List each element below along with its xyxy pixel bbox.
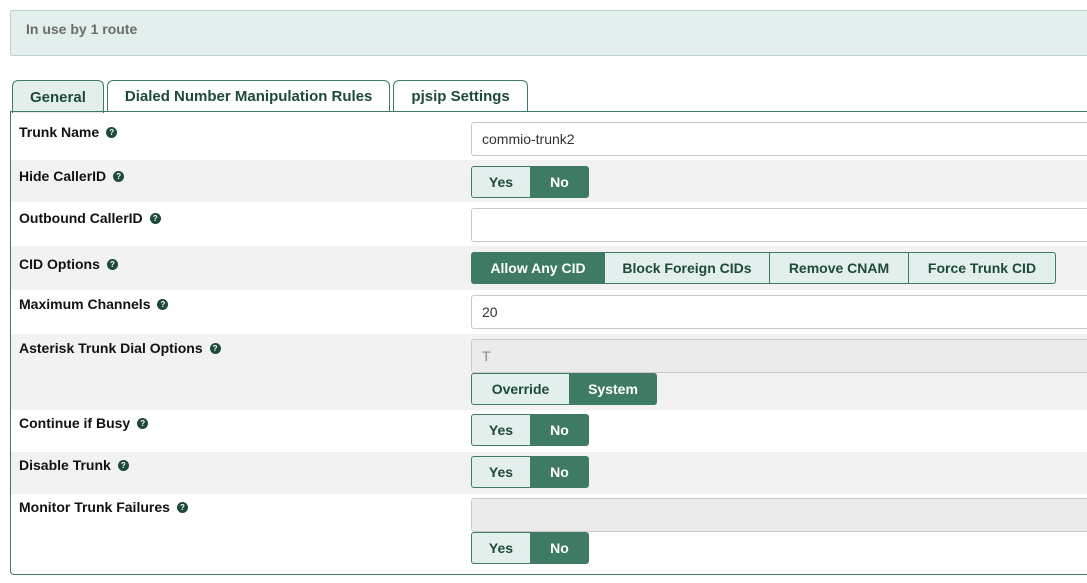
help-icon[interactable]: ?	[209, 342, 221, 354]
maximum-channels-input[interactable]: 20	[471, 295, 1087, 329]
disable-trunk-yes-button[interactable]: Yes	[471, 456, 531, 488]
help-icon[interactable]: ?	[137, 417, 149, 429]
cid-options-toggle: Allow Any CID Block Foreign CIDs Remove …	[471, 252, 1056, 284]
usage-banner: In use by 1 route	[10, 10, 1087, 56]
block-foreign-cids-button[interactable]: Block Foreign CIDs	[604, 252, 770, 284]
continue-if-busy-toggle: Yes No	[471, 414, 589, 446]
outbound-callerid-input[interactable]	[471, 208, 1087, 242]
help-icon[interactable]: ?	[157, 298, 169, 310]
dial-options-override-button[interactable]: Override	[471, 373, 570, 405]
outbound-callerid-row: Outbound CallerID ?	[11, 202, 1087, 246]
remove-cnam-button[interactable]: Remove CNAM	[769, 252, 909, 284]
disable-trunk-label: Disable Trunk ?	[19, 457, 129, 473]
continue-if-busy-no-button[interactable]: No	[530, 414, 589, 446]
disable-trunk-no-button[interactable]: No	[530, 456, 589, 488]
help-icon[interactable]: ?	[176, 501, 188, 513]
monitor-trunk-failures-input	[471, 498, 1087, 532]
help-icon[interactable]: ?	[149, 212, 161, 224]
force-trunk-cid-button[interactable]: Force Trunk CID	[908, 252, 1056, 284]
monitor-trunk-failures-yes-button[interactable]: Yes	[471, 532, 531, 564]
cid-options-label: CID Options ?	[19, 256, 118, 272]
hide-callerid-row: Hide CallerID ? Yes No	[11, 160, 1087, 202]
hide-callerid-no-button[interactable]: No	[530, 166, 589, 198]
monitor-trunk-failures-no-button[interactable]: No	[530, 532, 589, 564]
disable-trunk-toggle: Yes No	[471, 456, 589, 488]
trunk-name-input[interactable]: commio-trunk2	[471, 122, 1087, 156]
usage-banner-text: In use by 1 route	[26, 21, 138, 37]
general-settings-panel: Trunk Name ? commio-trunk2 Hide CallerID…	[10, 111, 1087, 575]
dial-options-input: T	[471, 339, 1087, 373]
monitor-trunk-failures-label: Monitor Trunk Failures ?	[19, 499, 188, 515]
disable-trunk-row: Disable Trunk ? Yes No	[11, 452, 1087, 494]
dial-options-label: Asterisk Trunk Dial Options ?	[19, 340, 221, 356]
help-icon[interactable]: ?	[117, 459, 129, 471]
help-icon[interactable]: ?	[106, 258, 118, 270]
cid-options-row: CID Options ? Allow Any CID Block Foreig…	[11, 246, 1087, 290]
dial-options-system-button[interactable]: System	[569, 373, 657, 405]
continue-if-busy-yes-button[interactable]: Yes	[471, 414, 531, 446]
monitor-trunk-failures-row: Monitor Trunk Failures ? Yes No	[11, 494, 1087, 574]
trunk-name-row: Trunk Name ? commio-trunk2	[11, 112, 1087, 160]
tab-general[interactable]: General	[12, 80, 104, 113]
allow-any-cid-button[interactable]: Allow Any CID	[471, 252, 605, 284]
maximum-channels-label: Maximum Channels ?	[19, 296, 169, 312]
continue-if-busy-row: Continue if Busy ? Yes No	[11, 410, 1087, 452]
maximum-channels-row: Maximum Channels ? 20	[11, 290, 1087, 334]
tab-pjsip-settings[interactable]: pjsip Settings	[393, 80, 528, 112]
trunk-name-label: Trunk Name ?	[19, 124, 118, 140]
continue-if-busy-label: Continue if Busy ?	[19, 415, 149, 431]
help-icon[interactable]: ?	[113, 170, 125, 182]
monitor-trunk-failures-toggle: Yes No	[471, 532, 589, 564]
outbound-callerid-label: Outbound CallerID ?	[19, 210, 161, 226]
dial-options-row: Asterisk Trunk Dial Options ? T Override…	[11, 334, 1087, 410]
dial-options-toggle: Override System	[471, 373, 657, 405]
tab-bar: General Dialed Number Manipulation Rules…	[12, 80, 531, 113]
help-icon[interactable]: ?	[106, 126, 118, 138]
hide-callerid-toggle: Yes No	[471, 166, 589, 198]
hide-callerid-yes-button[interactable]: Yes	[471, 166, 531, 198]
hide-callerid-label: Hide CallerID ?	[19, 168, 125, 184]
tab-dialed-number-manipulation-rules[interactable]: Dialed Number Manipulation Rules	[106, 80, 391, 112]
